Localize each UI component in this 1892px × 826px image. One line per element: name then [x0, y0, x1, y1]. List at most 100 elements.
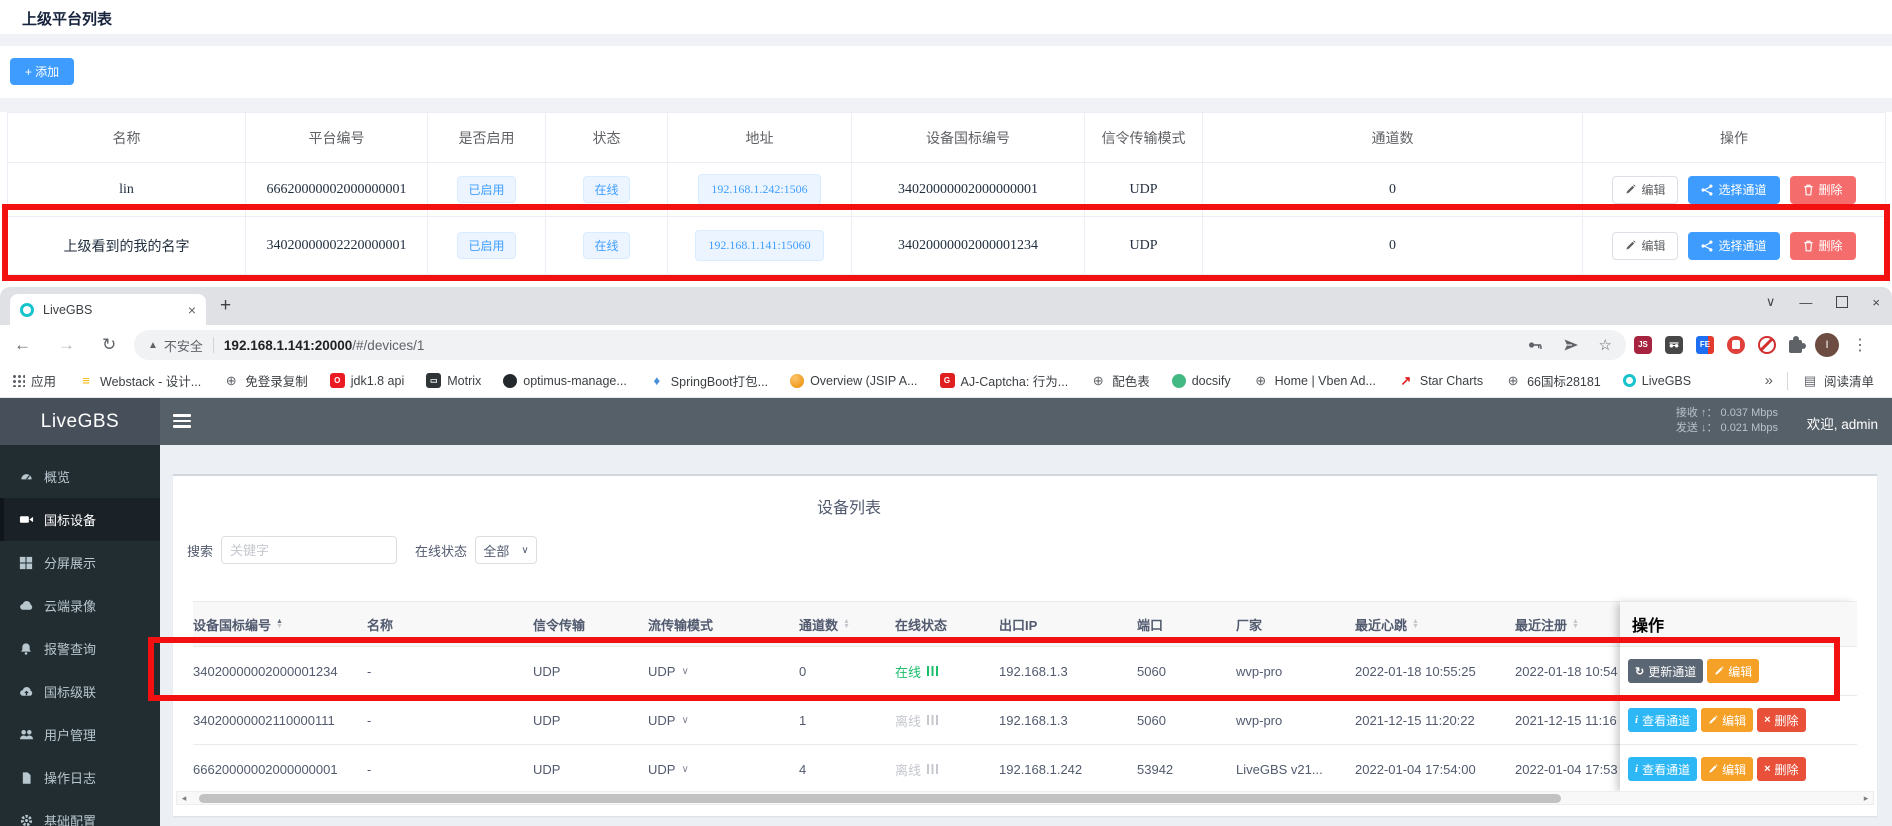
sidebar-item-gb-cascade[interactable]: 国标级联 — [0, 670, 160, 713]
col-gb-id: 设备国标编号 — [852, 113, 1085, 163]
chevron-down-icon: ∨ — [681, 764, 688, 775]
close-icon[interactable]: × — [1872, 295, 1880, 310]
bookmark-overview-jsip[interactable]: Overview (JSIP A... — [790, 374, 917, 388]
actions-header: 操作 — [1620, 601, 1857, 647]
device-list-title: 设备列表 — [193, 494, 1505, 518]
bookmark-jdk-api[interactable]: Ojdk1.8 api — [330, 373, 405, 388]
update-channels-button[interactable]: ↻更新通道 — [1628, 659, 1703, 683]
bookmark-aj-captcha[interactable]: GAJ-Captcha: 行为... — [940, 371, 1069, 390]
browser-menu-icon[interactable]: ⋮ — [1852, 335, 1868, 355]
status-badge: 在线 — [583, 232, 629, 259]
bandwidth-chart-icon[interactable] — [927, 715, 938, 725]
view-channels-button[interactable]: i查看通道 — [1628, 757, 1697, 781]
divider — [0, 98, 1892, 112]
select-channel-button[interactable]: 选择通道 — [1688, 232, 1779, 260]
bookmark-motrix[interactable]: ▭Motrix — [426, 373, 481, 388]
sidebar-item-split-screen[interactable]: 分屏展示 — [0, 541, 160, 584]
bookmark-star-charts[interactable]: ↗Star Charts — [1398, 373, 1483, 389]
device-row: 66620000002000000001 - UDP UDP∨ 4 离线 192… — [193, 745, 1857, 794]
livegbs-app: LiveGBS 接收 ↑： 0.037 Mbps 发送 ↓： 0.021 Mbp… — [0, 398, 1892, 826]
scroll-right-icon[interactable]: ▸ — [1859, 793, 1873, 804]
edit-button[interactable]: 编辑 — [1701, 757, 1753, 781]
extensions-puzzle-icon[interactable] — [1789, 340, 1802, 353]
sidebar-item-operation-log[interactable]: 操作日志 — [0, 756, 160, 799]
platform-page-titlebar: 上级平台列表 — [0, 0, 1892, 34]
github-icon — [503, 374, 517, 388]
sidebar-item-overview[interactable]: 概览 — [0, 455, 160, 498]
bookmark-vben-admin[interactable]: ⊕Home | Vben Ad... — [1253, 373, 1376, 389]
select-channel-button[interactable]: 选择通道 — [1688, 176, 1779, 204]
sidebar-item-user-management[interactable]: 用户管理 — [0, 713, 160, 756]
view-channels-button[interactable]: i查看通道 — [1628, 708, 1697, 732]
edit-button[interactable]: 编辑 — [1612, 232, 1678, 260]
sidebar-item-cloud-record[interactable]: 云端录像 — [0, 584, 160, 627]
tampermonkey-extension-icon[interactable]: JS — [1634, 336, 1652, 354]
file-icon — [18, 770, 34, 786]
fe-helper-extension-icon[interactable]: FE — [1696, 336, 1714, 354]
no-touch-extension-icon[interactable] — [1758, 336, 1776, 354]
add-button[interactable]: + 添加 — [10, 58, 74, 85]
proxy-extension-icon[interactable] — [1665, 336, 1683, 354]
motrix-icon: ▭ — [426, 373, 441, 388]
delete-button[interactable]: 删除 — [1790, 232, 1856, 260]
window-controls: ∨ — × — [1766, 294, 1880, 310]
bookmark-gb28181[interactable]: ⊕66国标28181 — [1505, 371, 1601, 390]
col-actions: 操作 — [1583, 113, 1886, 163]
bookmark-star-icon[interactable]: ☆ — [1599, 336, 1612, 354]
browser-tab[interactable]: LiveGBS × — [10, 294, 206, 325]
bookmark-livegbs[interactable]: LiveGBS — [1623, 374, 1691, 388]
scroll-left-icon[interactable]: ◂ — [177, 793, 191, 804]
adblock-extension-icon[interactable] — [1727, 336, 1745, 354]
sidebar-item-basic-config[interactable]: 基础配置 — [0, 799, 160, 826]
send-icon[interactable] — [1563, 337, 1579, 353]
reading-list-button[interactable]: ▤阅读清单 — [1802, 371, 1874, 390]
app-logo[interactable]: LiveGBS — [0, 398, 160, 445]
bandwidth-chart-icon[interactable] — [927, 764, 938, 774]
reload-icon[interactable]: ↻ — [102, 335, 116, 355]
livegbs-favicon — [20, 303, 34, 317]
back-icon[interactable]: ← — [14, 335, 31, 355]
search-input[interactable] — [221, 536, 397, 564]
not-secure-label: 不安全 — [164, 336, 203, 355]
bookmark-apps[interactable]: 应用 — [12, 371, 56, 390]
sort-icon: ▲▼ — [843, 619, 850, 629]
bandwidth-chart-icon[interactable] — [927, 666, 938, 676]
horizontal-scrollbar[interactable]: ◂ ▸ — [176, 791, 1874, 805]
new-tab-button[interactable]: + — [220, 293, 231, 319]
bookmarks-overflow-icon[interactable]: » — [1765, 372, 1773, 389]
maximize-icon[interactable] — [1836, 296, 1848, 308]
edit-button[interactable]: 编辑 — [1612, 176, 1678, 204]
profile-avatar[interactable]: I — [1815, 333, 1839, 357]
bookmark-optimus[interactable]: optimus-manage... — [503, 374, 627, 388]
bookmark-copy-free[interactable]: ⊕免登录复制 — [223, 371, 308, 390]
bookmark-springboot[interactable]: ♦SpringBoot打包... — [649, 371, 768, 390]
scrollbar-thumb[interactable] — [199, 794, 1561, 803]
sidebar-item-gb-devices[interactable]: 国标设备 — [0, 498, 160, 541]
sidebar-item-alarm-query[interactable]: 报警查询 — [0, 627, 160, 670]
online-status-label: 在线状态 — [415, 541, 467, 560]
edit-button[interactable]: 编辑 — [1701, 708, 1753, 732]
minimize-icon[interactable]: — — [1799, 295, 1812, 310]
send-rate: 发送 ↓： 0.021 Mbps — [1676, 421, 1778, 436]
col-enabled: 是否启用 — [428, 113, 546, 163]
col-signal-mode: 信令传输模式 — [1085, 113, 1203, 163]
delete-button[interactable]: ×删除 — [1757, 708, 1805, 732]
video-camera-icon — [18, 512, 34, 528]
delete-button[interactable]: 删除 — [1790, 176, 1856, 204]
key-icon[interactable] — [1527, 337, 1543, 353]
online-status-select[interactable]: 全部∨ — [475, 536, 537, 564]
tab-close-icon[interactable]: × — [188, 302, 196, 318]
edit-button[interactable]: 编辑 — [1707, 659, 1759, 683]
window-menu-chevron-icon[interactable]: ∨ — [1766, 294, 1776, 310]
stream-mode-select[interactable]: UDP∨ — [648, 696, 799, 744]
delete-button[interactable]: ×删除 — [1757, 757, 1805, 781]
bookmark-docsify[interactable]: docsify — [1172, 374, 1231, 388]
filters-row: 搜索 在线状态 全部∨ — [187, 536, 537, 564]
sidebar-toggle-icon[interactable] — [173, 414, 191, 428]
bookmark-color-table[interactable]: ⊕配色表 — [1090, 371, 1150, 390]
stream-mode-select[interactable]: UDP∨ — [648, 647, 799, 695]
stream-mode-select[interactable]: UDP∨ — [648, 745, 799, 793]
forward-icon[interactable]: → — [58, 335, 75, 355]
address-bar[interactable]: ▲ 不安全 192.168.1.141:20000 /#/devices/1 ☆ — [134, 330, 1626, 360]
bookmark-webstack[interactable]: ≡Webstack - 设计... — [78, 371, 201, 390]
